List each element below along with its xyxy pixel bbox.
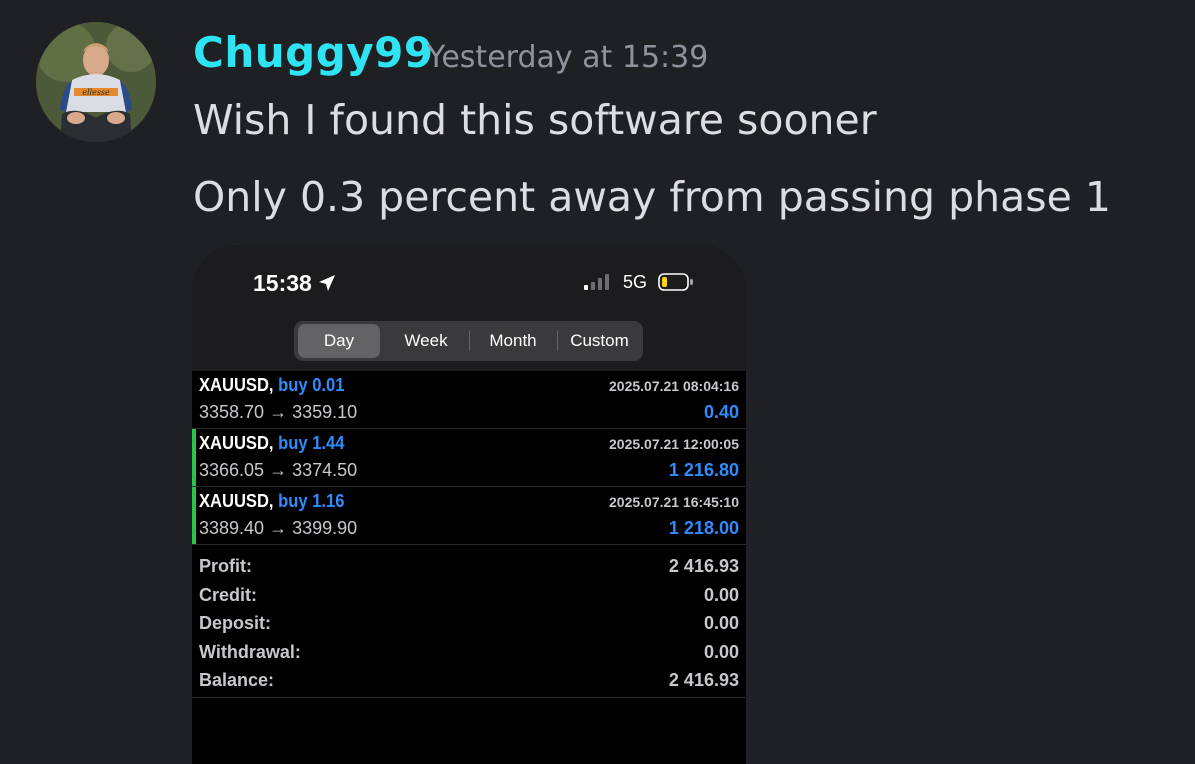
- summary-value: 0.00: [703, 641, 739, 662]
- period-segmented-control: Day Week Month Custom: [294, 321, 643, 361]
- trade-symbol: XAUUSD,: [199, 491, 274, 511]
- trade-symbol-line: XAUUSD, buy 1.44: [199, 433, 344, 454]
- avatar[interactable]: ellesse: [36, 22, 156, 142]
- account-summary: Profit: 2 416.93 Credit: 0.00 Deposit: 0…: [192, 551, 746, 698]
- location-arrow-icon: [319, 275, 335, 291]
- summary-row-deposit: Deposit: 0.00: [192, 610, 746, 639]
- trade-list: XAUUSD, buy 0.01 3358.70 → 3359.10 2025.…: [192, 371, 746, 545]
- trade-time: 2025.07.21 16:45:10: [609, 494, 739, 510]
- trade-symbol-line: XAUUSD, buy 1.16: [199, 491, 344, 512]
- trade-symbol: XAUUSD,: [199, 433, 274, 453]
- summary-label: Profit:: [199, 556, 252, 576]
- trade-row[interactable]: XAUUSD, buy 1.44 3366.05 → 3374.50 2025.…: [192, 429, 746, 487]
- summary-value: 2 416.93: [668, 670, 739, 690]
- svg-text:ellesse: ellesse: [82, 88, 110, 97]
- summary-row-withdrawal: Withdrawal: 0.00: [192, 639, 746, 668]
- phone-top-bar: 15:38 5G Day Week Month Custom: [192, 245, 746, 371]
- trade-symbol-line: XAUUSD, buy 0.01: [199, 375, 344, 396]
- summary-row-credit: Credit: 0.00: [192, 582, 746, 611]
- cellular-signal-icon: [584, 274, 609, 290]
- summary-row-profit: Profit: 2 416.93: [192, 553, 746, 582]
- trade-prices: 3366.05 → 3374.50: [199, 460, 358, 480]
- summary-row-balance: Balance: 2 416.93: [192, 667, 746, 696]
- summary-value: 2 416.93: [668, 556, 739, 576]
- message-timestamp: Yesterday at 15:39: [427, 40, 709, 75]
- trade-direction: buy 0.01: [278, 375, 345, 395]
- username[interactable]: Chuggy99: [193, 28, 434, 77]
- trade-profit: 0.40: [703, 402, 739, 422]
- summary-label: Credit:: [199, 584, 257, 605]
- trade-row[interactable]: XAUUSD, buy 1.16 3389.40 → 3399.90 2025.…: [192, 487, 746, 545]
- tab-day[interactable]: Day: [298, 324, 380, 358]
- trade-row[interactable]: XAUUSD, buy 0.01 3358.70 → 3359.10 2025.…: [192, 371, 746, 429]
- trade-time: 2025.07.21 12:00:05: [609, 436, 739, 452]
- attached-screenshot[interactable]: 15:38 5G Day Week Month Custom XAUUSD, b…: [192, 245, 746, 764]
- trade-prices: 3358.70 → 3359.10: [199, 402, 358, 422]
- summary-label: Withdrawal:: [199, 641, 301, 662]
- avatar-photo-icon: ellesse: [36, 22, 156, 142]
- trade-direction: buy 1.44: [278, 433, 345, 453]
- message-line: Only 0.3 percent away from passing phase…: [193, 173, 1111, 221]
- trade-time: 2025.07.21 08:04:16: [609, 378, 739, 394]
- chat-message: ellesse Chuggy99 Yesterday at 15:39 Wish…: [0, 0, 1195, 764]
- summary-value: 0.00: [703, 584, 739, 605]
- summary-label: Balance:: [199, 670, 275, 690]
- message-line: Wish I found this software sooner: [193, 96, 877, 144]
- trade-prices: 3389.40 → 3399.90: [199, 518, 358, 538]
- tab-custom[interactable]: Custom: [558, 324, 641, 358]
- tab-week[interactable]: Week: [383, 324, 469, 358]
- trade-profit: 1 218.00: [668, 518, 739, 538]
- tab-month[interactable]: Month: [470, 324, 556, 358]
- trade-symbol: XAUUSD,: [199, 375, 274, 395]
- trade-direction: buy 1.16: [278, 491, 345, 511]
- summary-label: Deposit:: [199, 613, 271, 633]
- status-time: 15:38: [253, 270, 312, 296]
- network-type: 5G: [623, 272, 648, 292]
- battery-icon: [658, 273, 693, 291]
- summary-value: 0.00: [703, 613, 739, 633]
- trade-profit: 1 216.80: [668, 460, 739, 480]
